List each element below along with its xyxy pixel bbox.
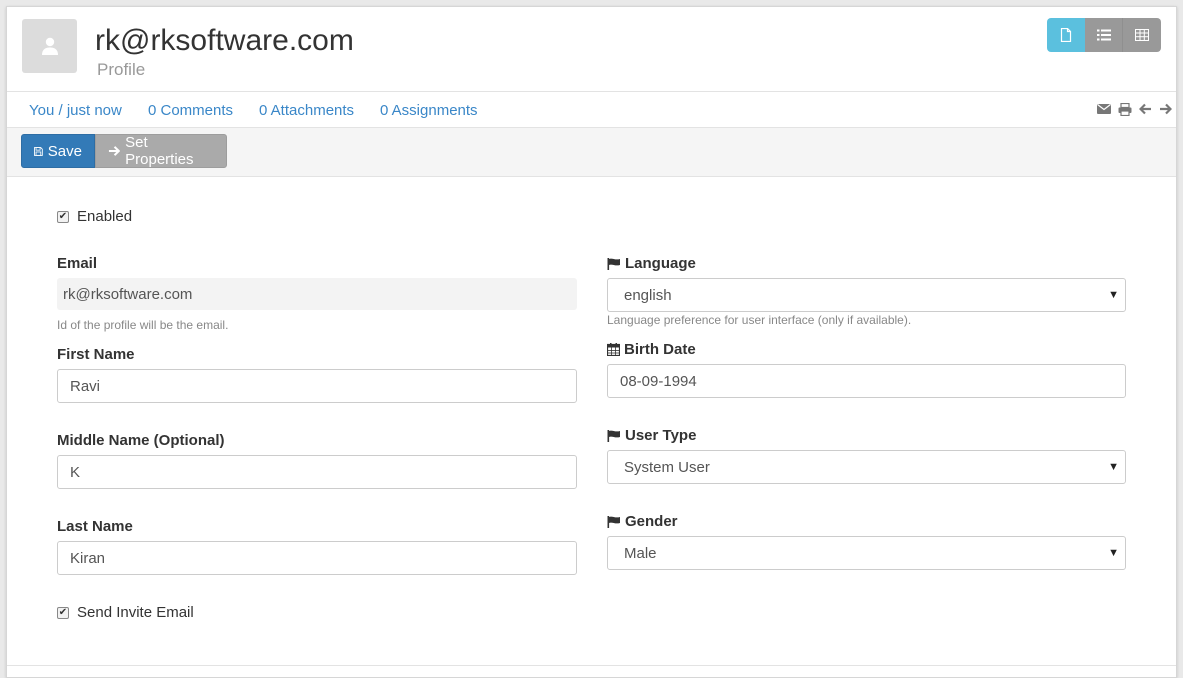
page-title: rk@rksoftware.com [95, 24, 354, 57]
language-label: Language [625, 255, 696, 272]
last-name-label: Last Name [57, 518, 133, 535]
record-actions [1097, 103, 1172, 116]
email-action[interactable] [1097, 103, 1111, 116]
page-subtitle: Profile [97, 60, 146, 79]
table-icon [1135, 29, 1149, 41]
info-bar: You / just now 0 Comments 0 Attachments … [7, 93, 1176, 128]
save-button-label: Save [47, 142, 82, 160]
user-type-value: System User [624, 458, 710, 476]
gender-value: Male [624, 544, 657, 562]
middle-name-field[interactable]: K [57, 455, 577, 489]
send-invite-checkbox[interactable]: ✔ [57, 606, 69, 619]
email-field: rk@rksoftware.com [57, 278, 577, 310]
save-button[interactable]: Save [21, 134, 95, 168]
first-name-label: First Name [57, 346, 135, 363]
form-view-button[interactable] [1047, 18, 1085, 52]
arrow-right-icon [1160, 103, 1172, 115]
form-footer-divider [7, 665, 1176, 666]
send-invite-row: ✔ Send Invite Email [57, 604, 194, 621]
set-properties-label: Set Properties [125, 134, 194, 168]
middle-name-value: K [70, 463, 81, 481]
avatar[interactable] [22, 19, 77, 73]
user-type-label: User Type [625, 427, 697, 444]
arrow-right-icon [108, 146, 121, 156]
attachments-link[interactable]: 0 Attachments [259, 102, 354, 119]
gender-label: Gender [625, 513, 678, 530]
birth-date-label-row: Birth Date [607, 341, 696, 358]
language-help: Language preference for user interface (… [607, 313, 912, 327]
profile-card: rk@rksoftware.com Profile You / just now… [6, 6, 1177, 678]
comments-link[interactable]: 0 Comments [148, 102, 233, 119]
envelope-icon [1097, 104, 1111, 114]
flag-icon [607, 515, 620, 528]
last-name-field[interactable]: Kiran [57, 541, 577, 575]
list-icon [1096, 29, 1111, 41]
set-properties-button[interactable]: Set Properties [95, 134, 227, 168]
email-value: rk@rksoftware.com [63, 285, 193, 303]
print-action[interactable] [1118, 103, 1132, 116]
enabled-label: Enabled [77, 208, 133, 225]
language-label-row: Language [607, 255, 696, 272]
birth-date-value: 08-09-1994 [620, 372, 697, 390]
first-name-value: Ravi [70, 377, 101, 395]
email-help: Id of the profile will be the email. [57, 318, 229, 332]
calendar-icon [607, 343, 620, 356]
next-action[interactable] [1159, 103, 1172, 116]
previous-action[interactable] [1139, 103, 1152, 116]
arrow-left-icon [1139, 103, 1151, 115]
last-name-value: Kiran [70, 549, 106, 567]
user-icon [41, 37, 58, 55]
enabled-row: ✔ Enabled [57, 208, 132, 225]
toolbar: Save Set Properties [7, 128, 1176, 177]
page-header: rk@rksoftware.com Profile [7, 7, 1176, 92]
birth-date-label: Birth Date [624, 341, 696, 358]
save-icon [34, 146, 43, 156]
user-type-select[interactable]: System User ▼ [607, 450, 1126, 484]
language-select[interactable]: english ▼ [607, 278, 1126, 312]
assignments-link[interactable]: 0 Assignments [380, 102, 478, 119]
flag-icon [607, 257, 620, 270]
gender-select[interactable]: Male ▼ [607, 536, 1126, 570]
language-value: english [624, 286, 672, 304]
flag-icon [607, 429, 620, 442]
chevron-down-icon: ▼ [1108, 461, 1119, 473]
print-icon [1118, 103, 1132, 116]
send-invite-label: Send Invite Email [77, 604, 194, 621]
file-icon [1060, 28, 1072, 42]
middle-name-label: Middle Name (Optional) [57, 432, 225, 449]
first-name-field[interactable]: Ravi [57, 369, 577, 403]
view-switcher [1047, 18, 1161, 52]
chevron-down-icon: ▼ [1108, 547, 1119, 559]
enabled-checkbox[interactable]: ✔ [57, 210, 69, 223]
list-view-button[interactable] [1085, 18, 1123, 52]
user-type-label-row: User Type [607, 427, 696, 444]
email-label: Email [57, 255, 98, 272]
birth-date-field[interactable]: 08-09-1994 [607, 364, 1126, 398]
owner-link[interactable]: You / just now [29, 102, 122, 119]
grid-view-button[interactable] [1123, 18, 1161, 52]
chevron-down-icon: ▼ [1108, 289, 1119, 301]
gender-label-row: Gender [607, 513, 678, 530]
